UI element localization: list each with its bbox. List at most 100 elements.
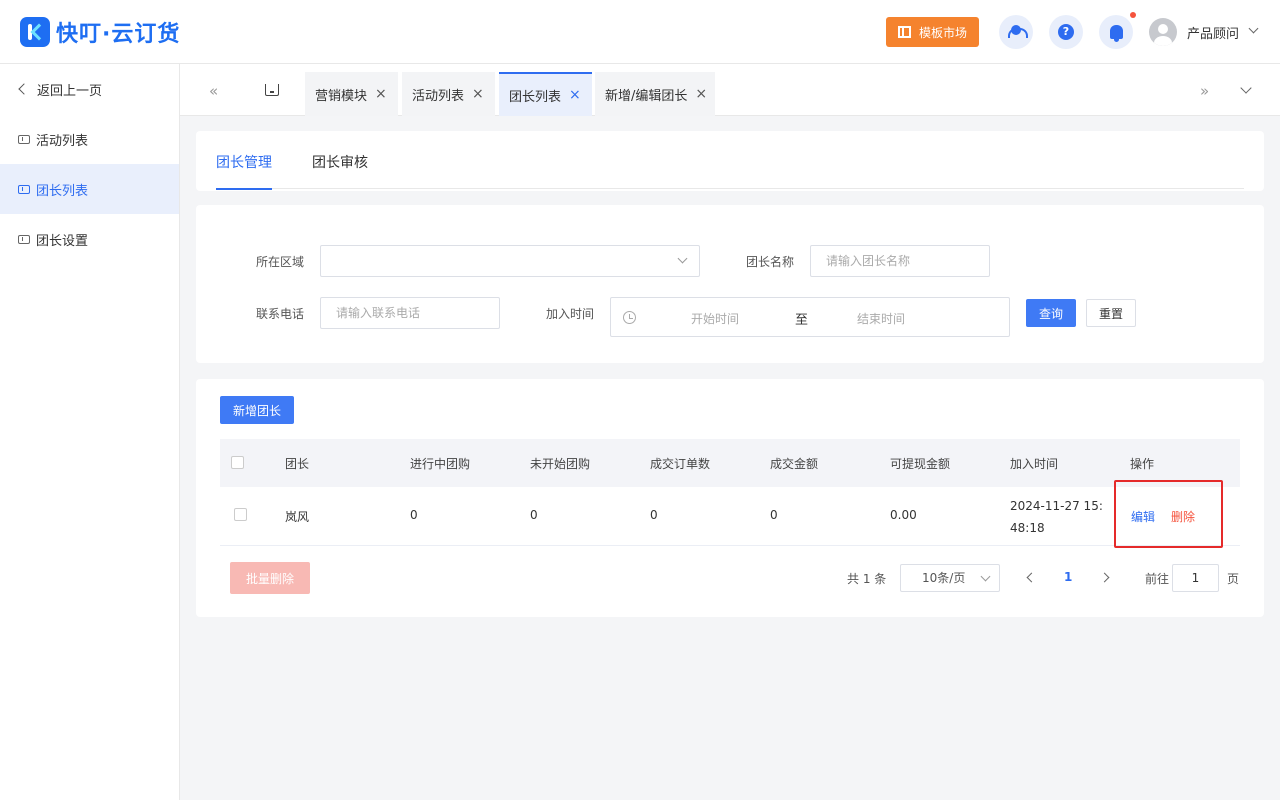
- batch-delete-button[interactable]: 批量删除: [230, 562, 310, 594]
- notification-badge: [1130, 12, 1136, 18]
- column-header: 可提现金额: [890, 457, 951, 471]
- sidebar-item-label: 团长设置: [36, 233, 89, 249]
- region-select[interactable]: [320, 245, 700, 277]
- chevron-left-icon: [18, 83, 30, 95]
- start-time-input[interactable]: 开始时间: [691, 310, 739, 327]
- goto-label: 前往: [1145, 572, 1170, 586]
- highlight-box: [1114, 480, 1223, 548]
- tab-activity-list[interactable]: 活动列表 ×: [402, 72, 495, 116]
- end-time-input[interactable]: 结束时间: [857, 310, 905, 327]
- chevron-down-icon[interactable]: [1248, 23, 1259, 34]
- next-page-icon[interactable]: [1099, 572, 1110, 583]
- table-row: 岚风 0 0 0 0 0.00 2024-11-27 15:48:18 编辑 删…: [220, 487, 1240, 546]
- help-button[interactable]: ?: [1049, 15, 1083, 49]
- subtab-leader-management[interactable]: 团长管理: [216, 152, 272, 172]
- back-button[interactable]: 返回上一页: [0, 64, 179, 114]
- sidebar-item-label: 团长列表: [36, 183, 89, 199]
- chevron-down-icon: [980, 571, 991, 582]
- leader-name-input[interactable]: 请输入团长名称: [810, 245, 990, 277]
- close-icon[interactable]: ×: [695, 86, 707, 102]
- region-label: 所在区域: [256, 255, 305, 269]
- help-icon: ?: [1058, 24, 1074, 40]
- reset-button[interactable]: 重置: [1086, 299, 1136, 327]
- logo-text: 快叮·云订货: [56, 22, 181, 47]
- tab-marketing-module[interactable]: 营销模块 ×: [305, 72, 398, 116]
- tab-label: 营销模块: [315, 88, 368, 104]
- leader-name-label: 团长名称: [746, 255, 795, 269]
- chevron-down-icon: [677, 253, 688, 264]
- column-header: 加入时间: [1010, 457, 1059, 471]
- page-size-select[interactable]: 10条/页: [900, 564, 1000, 592]
- tab-menu-chevron-icon[interactable]: [1240, 82, 1252, 94]
- orders-cell: 0: [650, 508, 658, 522]
- sidebar-item-leader-settings[interactable]: 团长设置: [0, 214, 179, 264]
- goto-page-input[interactable]: 1: [1172, 564, 1219, 592]
- ticket-icon: [18, 134, 30, 144]
- close-icon[interactable]: ×: [569, 87, 581, 103]
- tab-add-edit-leader[interactable]: 新增/编辑团长 ×: [595, 72, 715, 116]
- close-icon[interactable]: ×: [375, 86, 387, 102]
- sidebar-item-label: 活动列表: [36, 133, 89, 149]
- phone-input[interactable]: 请输入联系电话: [320, 297, 500, 329]
- ticket-icon: [18, 234, 30, 244]
- user-name[interactable]: 产品顾问: [1187, 23, 1239, 42]
- template-icon: [897, 26, 911, 38]
- tab-label: 团长列表: [509, 89, 562, 105]
- tab-bar: « 营销模块 × 活动列表 × 团长列表 × 新增/编辑团长 × »: [180, 64, 1280, 116]
- not-started-cell: 0: [530, 508, 538, 522]
- customer-service-icon: [1008, 25, 1028, 39]
- ongoing-cell: 0: [410, 508, 418, 522]
- query-button[interactable]: 查询: [1026, 299, 1076, 327]
- logo-icon: [20, 17, 50, 47]
- tab-label: 活动列表: [412, 88, 465, 104]
- clock-icon: [623, 311, 636, 324]
- prev-page-icon[interactable]: [1026, 572, 1037, 583]
- select-all-checkbox[interactable]: [231, 456, 244, 469]
- notification-button[interactable]: [1099, 15, 1133, 49]
- bell-icon: [1109, 25, 1123, 42]
- template-market-label: 模板市场: [918, 25, 967, 40]
- join-time-label: 加入时间: [546, 307, 595, 321]
- filter-panel: 所在区域 团长名称 请输入团长名称 联系电话 请输入联系电话 加入时间 开始时间…: [196, 205, 1264, 363]
- sidebar-item-activity-list[interactable]: 活动列表: [0, 114, 179, 164]
- logo[interactable]: 快叮·云订货: [20, 16, 180, 48]
- leader-list-panel: 新增团长 团长 进行中团购 未开始团购 成交订单数 成交金额 可提现金额 加入时…: [196, 379, 1264, 617]
- close-icon[interactable]: ×: [472, 86, 484, 102]
- pagination-total: 共 1 条: [847, 572, 887, 586]
- active-tab-underline: [216, 188, 272, 190]
- column-header: 成交金额: [770, 457, 819, 471]
- page-number[interactable]: 1: [1064, 570, 1072, 584]
- join-time-range-picker[interactable]: 开始时间 至 结束时间: [610, 297, 1010, 337]
- sidebar: 返回上一页 活动列表 团长列表 团长设置: [0, 64, 180, 800]
- sub-tabs-panel: 团长管理 团长审核: [196, 131, 1264, 191]
- column-header: 未开始团购: [530, 457, 591, 471]
- leader-name-cell: 岚风: [285, 510, 310, 524]
- phone-label: 联系电话: [256, 307, 305, 321]
- tab-label: 新增/编辑团长: [605, 88, 688, 104]
- column-header: 进行中团购: [410, 457, 471, 471]
- scroll-left-icon[interactable]: «: [209, 82, 218, 100]
- page-size-value: 10条/页: [922, 571, 966, 585]
- back-label: 返回上一页: [37, 83, 103, 99]
- amount-cell: 0: [770, 508, 778, 522]
- template-market-button[interactable]: 模板市场: [886, 17, 979, 47]
- page-suffix: 页: [1227, 572, 1240, 586]
- column-header: 操作: [1130, 457, 1155, 471]
- user-avatar[interactable]: [1149, 18, 1177, 46]
- column-header: 团长: [285, 457, 310, 471]
- withdrawable-cell: 0.00: [890, 508, 917, 522]
- home-tab[interactable]: [264, 81, 280, 97]
- add-leader-button[interactable]: 新增团长: [220, 396, 294, 424]
- range-separator: 至: [795, 313, 809, 328]
- scroll-right-icon[interactable]: »: [1200, 82, 1209, 100]
- customer-service-button[interactable]: [999, 15, 1033, 49]
- home-icon: [265, 84, 279, 96]
- top-header: 快叮·云订货 模板市场 ? 产品顾问: [0, 0, 1280, 64]
- ticket-icon: [18, 184, 30, 194]
- tab-leader-list[interactable]: 团长列表 ×: [499, 72, 592, 116]
- row-checkbox[interactable]: [234, 508, 247, 521]
- column-header: 成交订单数: [650, 457, 711, 471]
- table-header: 团长 进行中团购 未开始团购 成交订单数 成交金额 可提现金额 加入时间 操作: [220, 439, 1240, 487]
- subtab-leader-review[interactable]: 团长审核: [312, 152, 368, 172]
- sidebar-item-leader-list[interactable]: 团长列表: [0, 164, 179, 214]
